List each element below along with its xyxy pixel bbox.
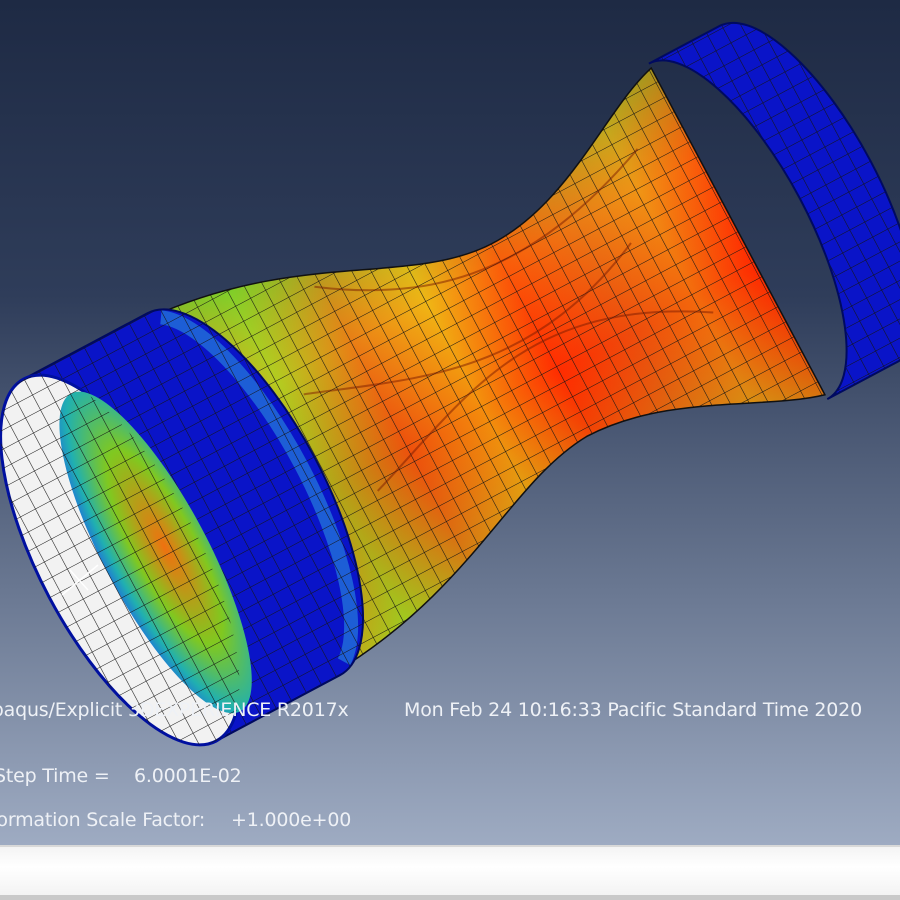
solver-label: Abaqus/Explicit 3DEXPERIENCE R2017x: [0, 699, 349, 721]
deformation-scale-label: Deformation Scale Factor:: [0, 809, 206, 831]
step-time-label: Step Time =: [0, 765, 110, 787]
model-viewport[interactable]: Abaqus/Explicit 3DEXPERIENCE R2017x Mon …: [0, 0, 900, 845]
timestamp-label: Mon Feb 24 10:16:33 Pacific Standard Tim…: [404, 699, 862, 721]
message-panel: [0, 845, 900, 897]
deformation-scale-value: +1.000e+00: [231, 809, 352, 831]
panel-border: [0, 895, 900, 900]
step-time-value: 6.0001E-02: [134, 765, 242, 787]
